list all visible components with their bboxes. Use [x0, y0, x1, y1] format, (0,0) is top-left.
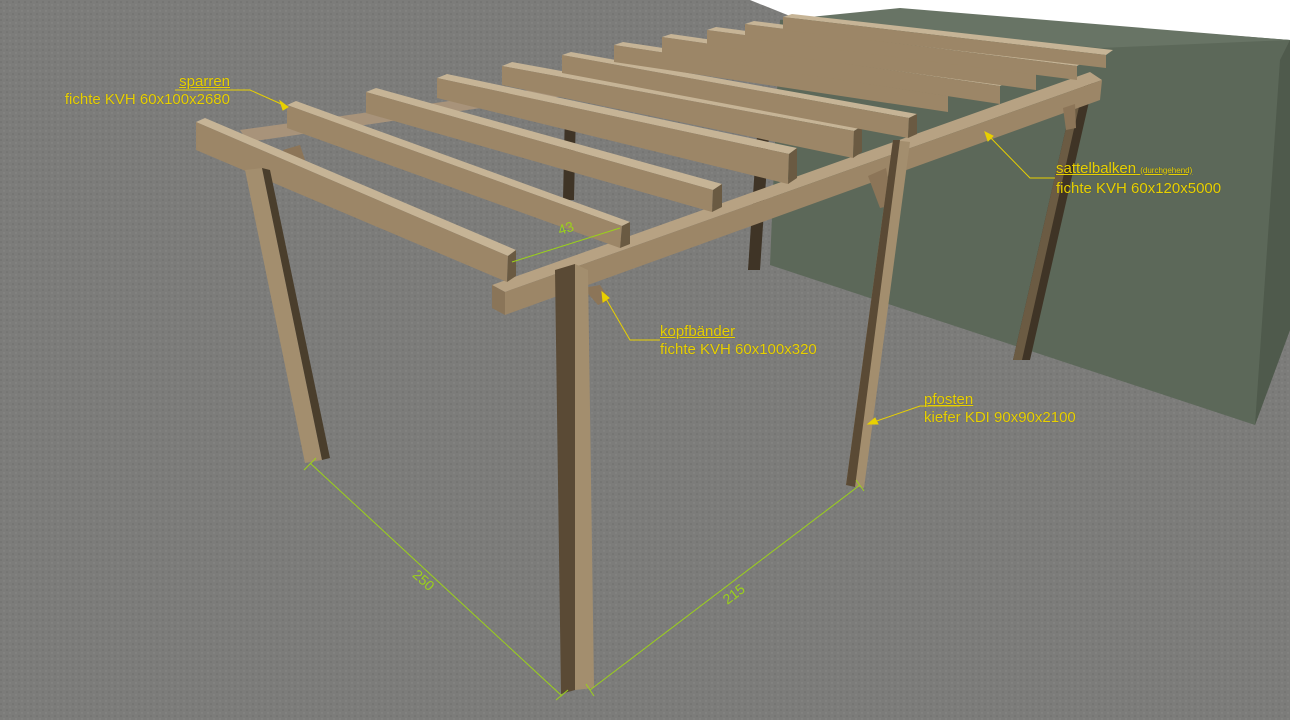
label-sparren: sparren fichte KVH 60x100x2680	[38, 73, 230, 109]
label-kopfbaender-spec: fichte KVH 60x100x320	[660, 341, 817, 358]
label-sparren-title: sparren	[179, 73, 230, 90]
label-kopfbaender-title: kopfbänder	[660, 323, 736, 340]
label-sparren-spec: fichte KVH 60x100x2680	[64, 91, 230, 108]
label-pfosten-spec: kiefer KDI 90x90x2100	[924, 409, 1076, 426]
label-pfosten: pfosten kiefer KDI 90x90x2100	[924, 391, 1076, 427]
label-sattelbalken-title-text: sattelbalken	[1056, 160, 1137, 177]
label-sattelbalken-spec: fichte KVH 60x120x5000	[1056, 180, 1222, 197]
label-sattelbalken-note: (durchgehend)	[1140, 166, 1193, 175]
label-kopfbaender: kopfbänder fichte KVH 60x100x320	[660, 323, 817, 359]
label-sattelbalken: sattelbalken (durchgehend) fichte KVH 60…	[1056, 160, 1221, 198]
label-pfosten-title: pfosten	[924, 391, 974, 408]
label-sattelbalken-title: sattelbalken (durchgehend)	[1056, 160, 1221, 180]
post-front-corner	[555, 264, 594, 694]
